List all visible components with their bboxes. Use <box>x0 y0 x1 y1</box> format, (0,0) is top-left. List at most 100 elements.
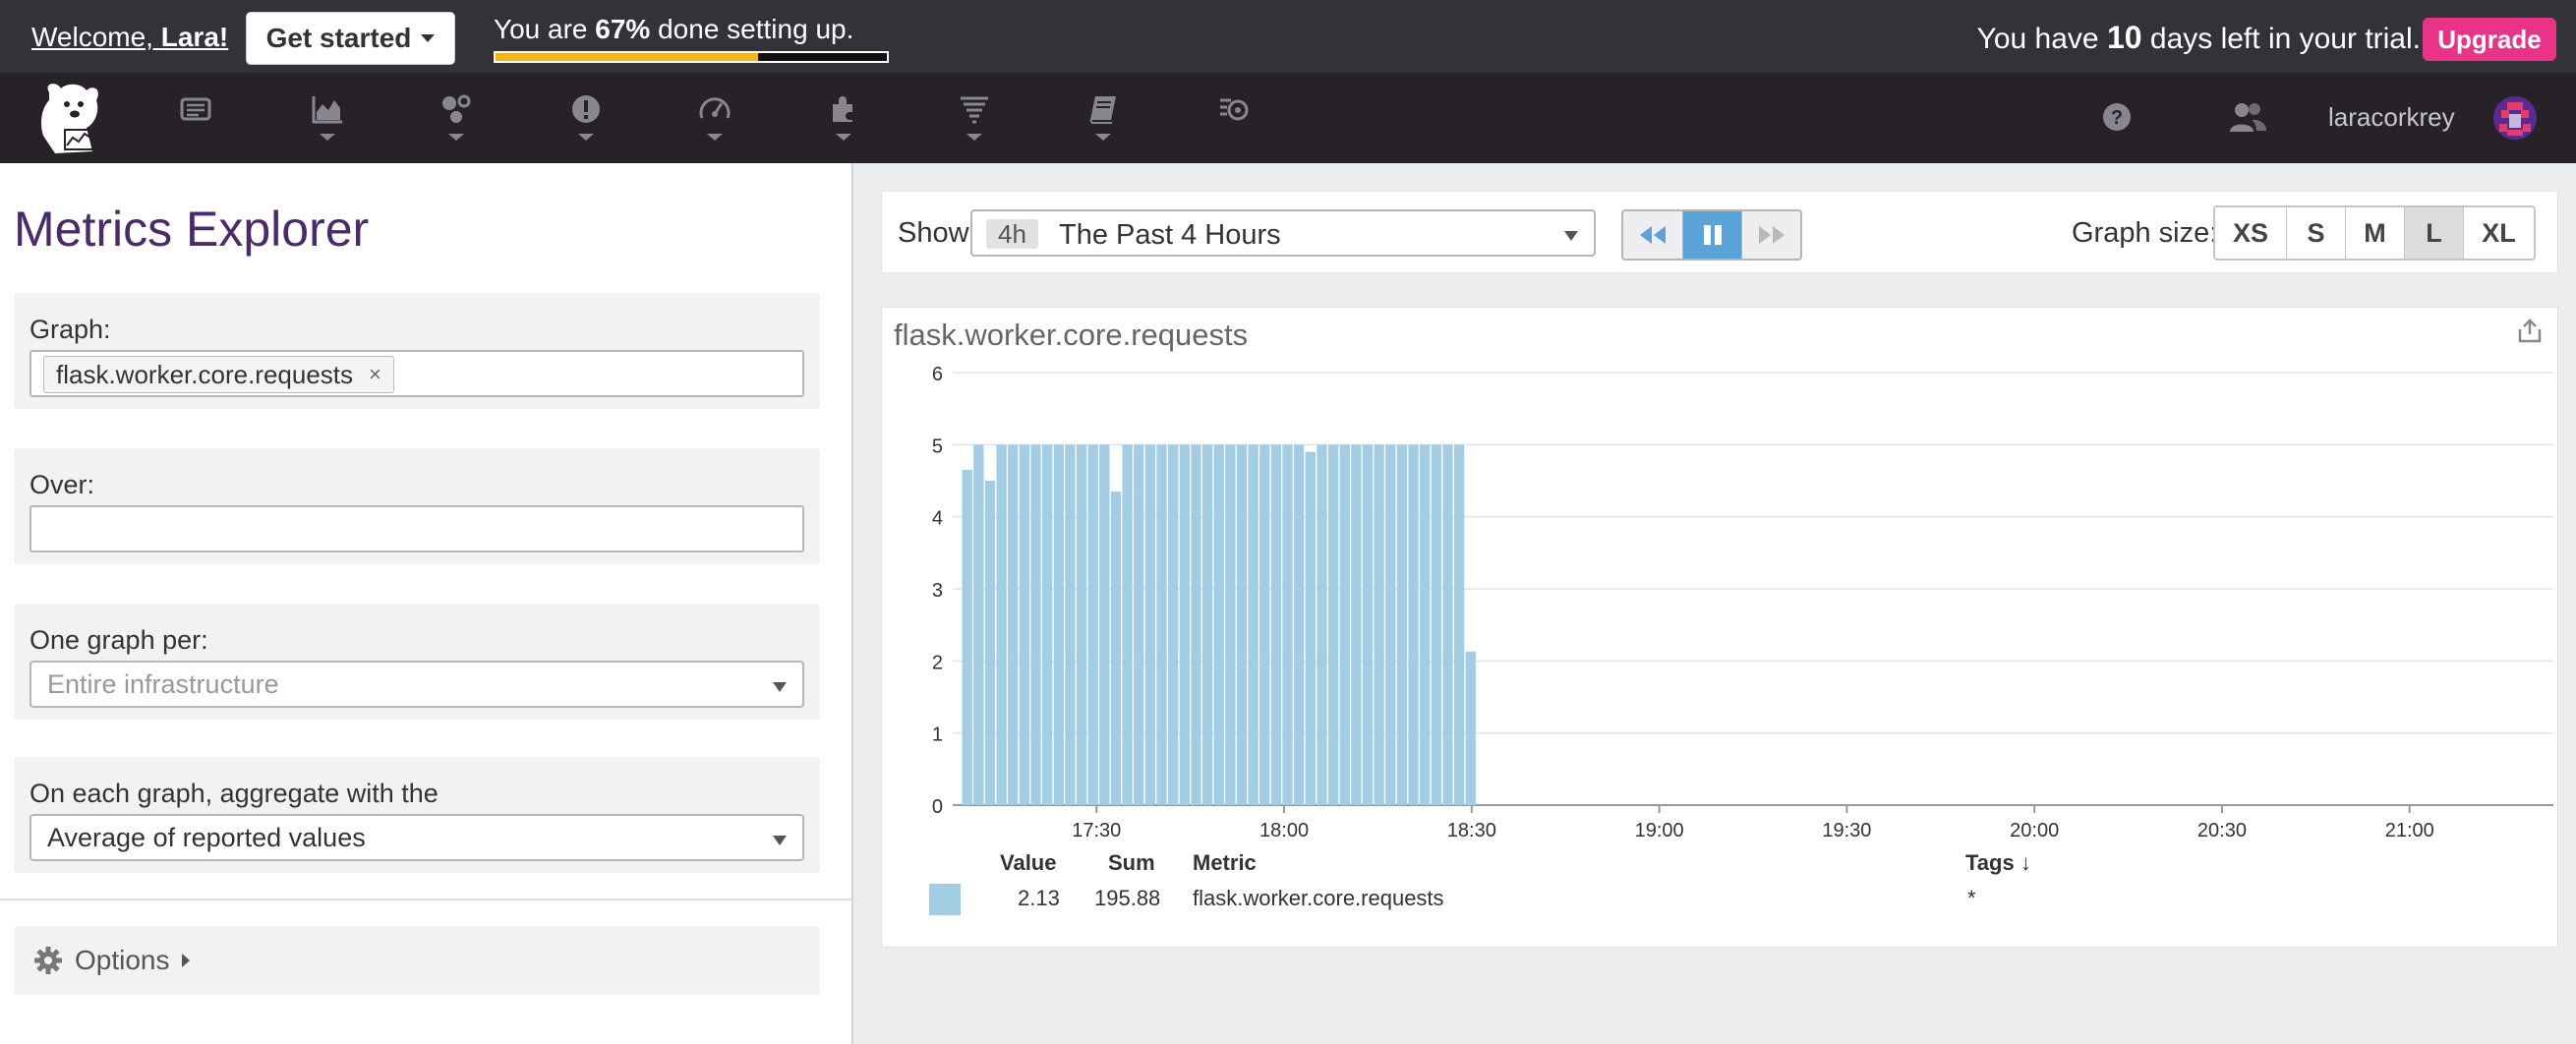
bar[interactable] <box>1191 444 1201 805</box>
legend-value: 2.13 <box>1018 886 1060 910</box>
panel-divider <box>851 163 853 1044</box>
help-icon[interactable]: ? <box>2102 102 2132 132</box>
nav-apm[interactable] <box>685 92 744 151</box>
bar[interactable] <box>1156 444 1167 805</box>
bar[interactable] <box>1144 444 1156 805</box>
bar[interactable] <box>1099 444 1110 805</box>
bar[interactable] <box>1420 444 1431 805</box>
bar[interactable] <box>1408 444 1419 805</box>
bar[interactable] <box>1339 444 1350 805</box>
bar[interactable] <box>1134 444 1144 805</box>
bar[interactable] <box>962 470 972 805</box>
y-tick-label: 3 <box>932 580 943 602</box>
bar[interactable] <box>1385 444 1396 805</box>
welcome-link[interactable]: Welcome, Lara! <box>31 22 228 53</box>
legend-header-tags[interactable]: Tags ↓ <box>1965 850 2031 876</box>
bar[interactable] <box>1248 444 1259 805</box>
bar[interactable] <box>1053 444 1064 805</box>
upgrade-button[interactable]: Upgrade <box>2423 18 2556 61</box>
options-toggle[interactable]: Options <box>14 926 820 995</box>
chevron-down-icon <box>707 134 723 141</box>
bar[interactable] <box>1122 444 1133 805</box>
bar[interactable] <box>1362 444 1374 805</box>
one-graph-per-label: One graph per: <box>29 625 208 655</box>
setup-status: You are 67% done setting up. <box>494 14 853 45</box>
fast-forward-icon <box>1758 226 1785 244</box>
nav-dashboards[interactable] <box>298 92 357 151</box>
legend-metric: flask.worker.core.requests <box>1193 886 1444 910</box>
svg-text:?: ? <box>2111 107 2123 129</box>
size-xl-button[interactable]: XL <box>2463 207 2534 259</box>
y-tick-label: 0 <box>932 796 943 818</box>
get-started-button[interactable]: Get started <box>246 12 455 65</box>
legend-header-metric: Metric <box>1193 850 1257 875</box>
legend-tags: * <box>1967 886 1976 910</box>
size-s-button[interactable]: S <box>2286 207 2345 259</box>
bar[interactable] <box>1351 444 1362 805</box>
bar[interactable] <box>1282 444 1293 805</box>
main-nav: ? laracorkrey <box>0 73 2576 163</box>
over-input[interactable] <box>29 505 804 552</box>
nav-notebooks[interactable] <box>1074 92 1133 151</box>
bar[interactable] <box>1087 444 1098 805</box>
bar[interactable] <box>1305 451 1316 805</box>
query-editor-panel: Metrics Explorer Graph: flask.worker.cor… <box>0 163 851 1044</box>
graph-panel: flask.worker.core.requests 0 1 2 3 4 5 6 17:30 1… <box>881 307 2558 948</box>
x-tick-label: 21:00 <box>2385 820 2434 841</box>
bar[interactable] <box>1076 444 1087 805</box>
one-graph-per-select[interactable]: Entire infrastructure <box>29 661 804 708</box>
pause-button[interactable] <box>1682 211 1741 259</box>
bar[interactable] <box>1270 444 1282 805</box>
username[interactable]: laracorkrey <box>2328 102 2455 133</box>
nav-events[interactable] <box>166 92 225 151</box>
timeframe-select[interactable]: 4h The Past 4 Hours <box>970 209 1596 257</box>
bar[interactable] <box>1442 444 1453 805</box>
share-icon[interactable] <box>2516 318 2544 345</box>
aggregate-select[interactable]: Average of reported values <box>29 814 804 861</box>
bar[interactable] <box>1396 444 1408 805</box>
size-xs-button[interactable]: XS <box>2215 207 2286 259</box>
bar[interactable] <box>1179 444 1190 805</box>
rewind-button[interactable] <box>1623 211 1682 259</box>
bar[interactable] <box>1030 444 1041 805</box>
size-m-button[interactable]: M <box>2345 207 2404 259</box>
close-icon[interactable]: × <box>369 362 381 387</box>
bar[interactable] <box>1168 444 1179 805</box>
bar[interactable] <box>1225 444 1236 805</box>
bar[interactable] <box>1042 444 1053 805</box>
nav-synthetics[interactable] <box>1204 92 1263 151</box>
bar[interactable] <box>1327 444 1339 805</box>
nav-monitors[interactable] <box>556 92 615 151</box>
bar[interactable] <box>996 444 1007 805</box>
metric-input[interactable]: flask.worker.core.requests × <box>29 350 804 397</box>
bar-chart: 0 1 2 3 4 5 6 17:30 18:00 18:30 19:00 19:30 20:00 20:… <box>932 364 2553 841</box>
bar[interactable] <box>1065 444 1076 805</box>
bar[interactable] <box>1259 444 1270 805</box>
bar[interactable] <box>1008 444 1019 805</box>
bar[interactable] <box>1201 444 1213 805</box>
fast-forward-button[interactable] <box>1741 211 1800 259</box>
nav-infrastructure[interactable] <box>427 92 486 151</box>
bar[interactable] <box>1453 444 1465 805</box>
bar[interactable] <box>1431 444 1441 805</box>
avatar[interactable] <box>2493 96 2537 140</box>
bar[interactable] <box>1213 444 1224 805</box>
bar[interactable] <box>984 481 996 805</box>
bar[interactable] <box>1374 444 1384 805</box>
logo-dog-icon[interactable] <box>35 79 110 157</box>
bar[interactable] <box>1317 444 1327 805</box>
bar[interactable] <box>1236 444 1248 805</box>
bar[interactable] <box>973 444 984 805</box>
graph-size-label: Graph size: <box>2072 217 2218 249</box>
bar[interactable] <box>1294 444 1305 805</box>
get-started-label: Get started <box>265 23 412 53</box>
size-l-button[interactable]: L <box>2404 207 2463 259</box>
over-label: Over: <box>29 470 95 499</box>
team-icon[interactable] <box>2228 100 2267 134</box>
nav-integrations[interactable] <box>814 92 873 151</box>
bar[interactable] <box>1019 444 1030 805</box>
nav-logs[interactable] <box>945 92 1004 151</box>
bar[interactable] <box>1110 492 1122 805</box>
chevron-down-icon <box>836 134 851 141</box>
bar[interactable] <box>1465 651 1476 805</box>
